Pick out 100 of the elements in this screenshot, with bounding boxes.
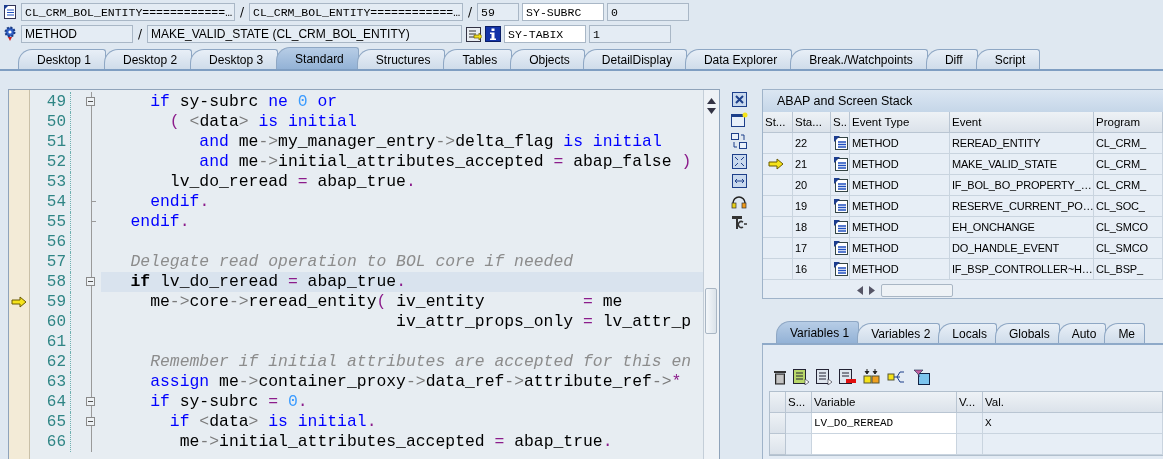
variable-name-cell[interactable] (812, 434, 957, 455)
variables-tab[interactable]: Variables 1 (776, 321, 860, 343)
column-header[interactable]: Variable (812, 392, 957, 413)
table-cell: X (983, 413, 1163, 434)
table-cell: CL_CRM_ (1094, 133, 1163, 154)
system-field-name[interactable]: SY-TABIX (504, 25, 587, 43)
system-field-name[interactable]: SY-SUBRC (522, 3, 605, 21)
column-header[interactable]: V... (957, 392, 983, 413)
scroll-right-icon[interactable] (869, 285, 875, 295)
column-header[interactable]: S... (786, 392, 812, 413)
line-number: 57 (30, 252, 71, 272)
scroll-down-icon[interactable] (707, 108, 716, 114)
filter-icon[interactable] (913, 369, 930, 385)
desktop-tab[interactable]: Objects (510, 49, 585, 69)
desktop-tab[interactable]: Desktop 2 (104, 49, 193, 69)
list-icon[interactable] (793, 369, 810, 385)
desktop-tab[interactable]: Structures (356, 49, 446, 69)
column-header[interactable]: Program (1094, 112, 1163, 133)
include-field: CL_CRM_BOL_ENTITY============… (21, 3, 235, 21)
code-line: if sy-subrc ne 0 or (149, 92, 338, 112)
insert-icon[interactable] (863, 369, 881, 385)
column-header[interactable]: Event (950, 112, 1094, 133)
line-number: 62 (30, 352, 71, 372)
code-line: Remember if initial attributes are accepted for this en (149, 352, 692, 372)
code-line: and me->my_manager_entry->delta_flag is initial (198, 132, 662, 152)
column-header[interactable]: Val. (983, 392, 1163, 413)
line-number: 54 (30, 192, 71, 212)
table-cell: 18 (793, 217, 831, 238)
tools-icon[interactable] (730, 214, 748, 230)
table-cell: 16 (793, 259, 831, 280)
desktop-tab[interactable]: Desktop 3 (190, 49, 279, 69)
table-cell: CL_SMCO (1094, 238, 1163, 259)
variables-tab[interactable]: Auto (1057, 323, 1107, 343)
scroll-thumb[interactable] (705, 288, 717, 334)
table-cell: METHOD (850, 259, 950, 280)
variables-tab[interactable]: Globals (995, 323, 1060, 343)
line-number: 51 (30, 132, 71, 152)
column-header[interactable]: Event Type (850, 112, 950, 133)
line-number: 58 (30, 272, 71, 292)
fullscreen-icon[interactable] (731, 154, 747, 169)
column-header[interactable]: Sta... (793, 112, 831, 133)
collapse-toggle-icon[interactable] (86, 97, 95, 106)
desktop-tab[interactable]: Tables (443, 49, 513, 69)
tree-icon[interactable] (887, 369, 907, 385)
scroll-up-icon[interactable] (707, 98, 716, 104)
list-icon[interactable] (816, 369, 833, 385)
code-line: Delegate read operation to BOL core if needed (129, 252, 574, 272)
desktop-tab[interactable]: Break./Watchpoints (790, 49, 928, 69)
code-line: ( <data> is initial (168, 112, 357, 132)
collapse-toggle-icon[interactable] (86, 397, 95, 406)
variables-tab[interactable]: Variables 2 (857, 323, 941, 343)
info-icon[interactable] (485, 26, 502, 42)
program-field: CL_CRM_BOL_ENTITY============… (249, 3, 464, 21)
variables-tab[interactable]: Locals (938, 323, 997, 343)
table-cell: 19 (793, 196, 831, 217)
swap-windows-icon[interactable] (731, 133, 747, 149)
headset-icon[interactable] (731, 193, 747, 209)
widen-icon[interactable] (731, 174, 747, 188)
table-cell: IF_BSP_CONTROLLER~H… (950, 259, 1094, 280)
desktop-tab[interactable]: Data Explorer (684, 49, 793, 69)
table-cell (957, 413, 983, 434)
column-header[interactable]: St... (763, 112, 793, 133)
table-cell: MAKE_VALID_STATE (950, 154, 1094, 175)
scroll-left-icon[interactable] (857, 285, 863, 295)
line-number: 65 (30, 412, 71, 432)
table-cell: RESERVE_CURRENT_PO… (950, 196, 1094, 217)
scroll-thumb[interactable] (881, 283, 953, 297)
collapse-toggle-icon[interactable] (86, 277, 95, 286)
separator-slash: / (467, 5, 474, 19)
new-window-icon[interactable] (730, 112, 748, 128)
close-icon[interactable] (731, 92, 747, 107)
table-cell: CL_SMCO (1094, 217, 1163, 238)
variable-name-cell[interactable]: LV_DO_REREAD (812, 413, 957, 434)
code-line: me->core->reread_entity( iv_entity = me (149, 292, 623, 312)
line-number: 59 (30, 292, 71, 312)
delete-icon[interactable] (773, 369, 787, 385)
system-field-value: 1 (589, 25, 672, 43)
desktop-tab[interactable]: Script (975, 49, 1041, 69)
table-cell: CL_CRM_ (1094, 175, 1163, 196)
code-line: if sy-subrc = 0. (149, 392, 308, 412)
line-field: 59 (477, 3, 520, 21)
vertical-scrollbar[interactable] (703, 90, 719, 459)
separator-slash: / (239, 5, 246, 19)
table-cell: EH_ONCHANGE (950, 217, 1094, 238)
desktop-tab[interactable]: Diff (925, 49, 978, 69)
table-cell: 22 (793, 133, 831, 154)
list-remove-icon[interactable] (839, 369, 857, 385)
desktop-tab[interactable]: DetailDisplay (582, 49, 687, 69)
collapse-toggle-icon[interactable] (86, 417, 95, 426)
variables-tab[interactable]: Me (1104, 323, 1146, 343)
code-line: lv_do_reread = abap_true. (168, 172, 416, 192)
display-object-icon[interactable] (465, 25, 483, 43)
desktop-tab[interactable]: Standard (276, 47, 359, 69)
code-line: and me->initial_attributes_accepted = abap_false ) (198, 152, 692, 172)
source-code-icon (2, 4, 18, 20)
code-line: me->initial_attributes_accepted = abap_true. (178, 432, 613, 452)
desktop-tab[interactable]: Desktop 1 (18, 49, 107, 69)
column-header[interactable]: S.. (831, 112, 850, 133)
code-line: endif. (149, 192, 210, 212)
code-line: iv_attr_props_only = lv_attr_p (395, 312, 692, 332)
